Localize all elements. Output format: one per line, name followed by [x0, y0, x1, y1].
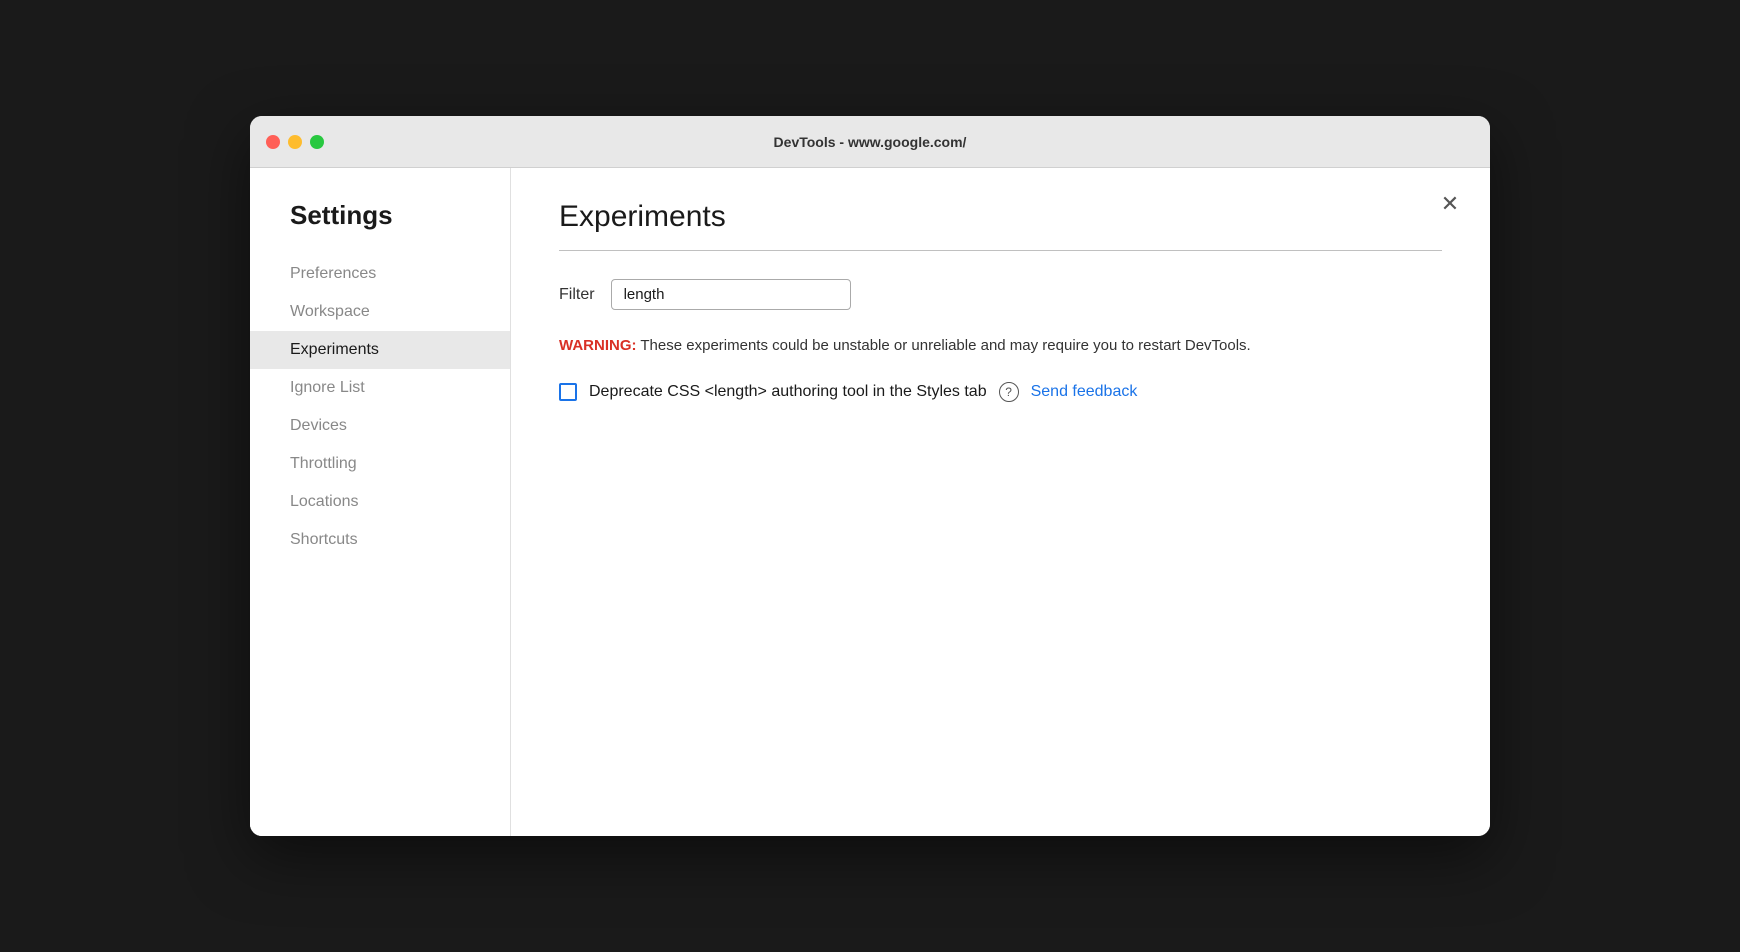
maximize-traffic-light[interactable] — [310, 135, 324, 149]
traffic-lights — [266, 135, 324, 149]
settings-heading: Settings — [250, 200, 510, 255]
close-button[interactable]: ✕ — [1434, 188, 1466, 220]
sidebar-item-throttling[interactable]: Throttling — [250, 445, 510, 483]
experiment-label: Deprecate CSS <length> authoring tool in… — [589, 383, 987, 401]
send-feedback-link[interactable]: Send feedback — [1031, 383, 1138, 401]
close-traffic-light[interactable] — [266, 135, 280, 149]
sidebar-nav: Preferences Workspace Experiments Ignore… — [250, 255, 510, 559]
titlebar: DevTools - www.google.com/ — [250, 116, 1490, 168]
sidebar-item-workspace[interactable]: Workspace — [250, 293, 510, 331]
section-divider — [559, 250, 1442, 251]
sidebar-item-ignore-list[interactable]: Ignore List — [250, 369, 510, 407]
warning-body: These experiments could be unstable or u… — [637, 337, 1251, 354]
filter-input[interactable] — [611, 279, 851, 310]
sidebar-item-preferences[interactable]: Preferences — [250, 255, 510, 293]
warning-message: WARNING: These experiments could be unst… — [559, 334, 1442, 358]
filter-row: Filter — [559, 279, 1442, 310]
experiment-row: Deprecate CSS <length> authoring tool in… — [559, 382, 1442, 402]
devtools-window: DevTools - www.google.com/ Settings Pref… — [250, 116, 1490, 836]
window-title: DevTools - www.google.com/ — [774, 134, 967, 150]
help-icon[interactable]: ? — [999, 382, 1019, 402]
window-content: Settings Preferences Workspace Experimen… — [250, 168, 1490, 836]
minimize-traffic-light[interactable] — [288, 135, 302, 149]
sidebar-item-devices[interactable]: Devices — [250, 407, 510, 445]
sidebar-item-locations[interactable]: Locations — [250, 483, 510, 521]
warning-label: WARNING: — [559, 337, 637, 354]
sidebar-item-experiments[interactable]: Experiments — [250, 331, 510, 369]
filter-label: Filter — [559, 286, 595, 304]
sidebar-item-shortcuts[interactable]: Shortcuts — [250, 521, 510, 559]
experiment-checkbox[interactable] — [559, 383, 577, 401]
main-panel: ✕ Experiments Filter WARNING: These expe… — [510, 168, 1490, 836]
page-title: Experiments — [559, 200, 1442, 234]
sidebar: Settings Preferences Workspace Experimen… — [250, 168, 510, 836]
